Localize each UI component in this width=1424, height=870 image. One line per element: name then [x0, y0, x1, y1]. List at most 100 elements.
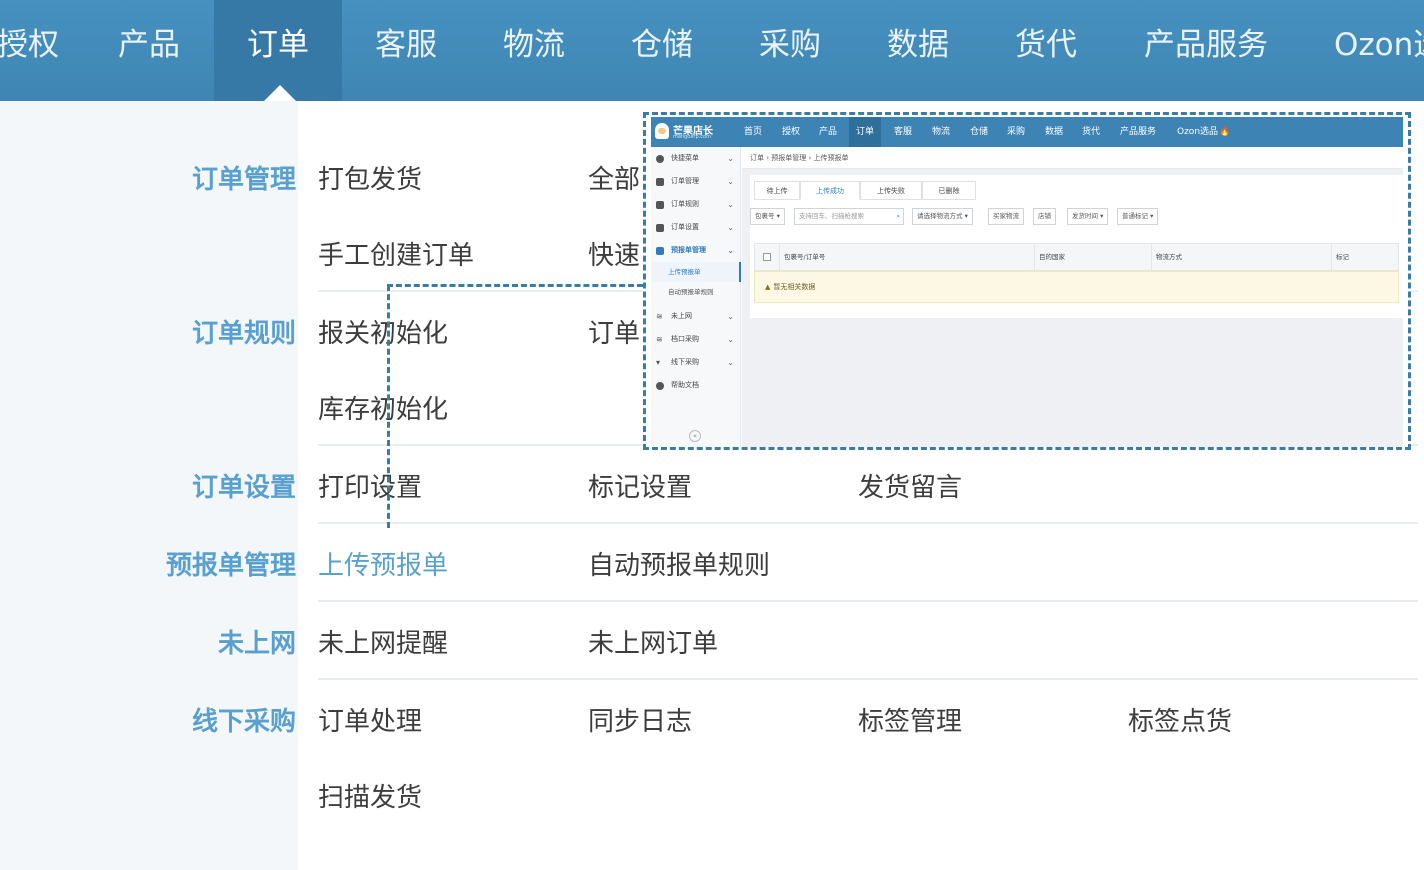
- inset-nav-purchase[interactable]: 采购: [1000, 117, 1032, 147]
- inset-side-not-online[interactable]: ≋ 未上网 ⌄: [651, 305, 741, 328]
- nav-item-forwarder[interactable]: 货代: [1003, 0, 1089, 101]
- tab-upload-success[interactable]: 上传成功: [800, 181, 860, 200]
- chevron-down-icon: ⌄: [727, 246, 734, 255]
- inset-side-upload-forecast[interactable]: 上传预报单: [651, 262, 741, 282]
- nav-item-service[interactable]: 客服: [363, 0, 449, 101]
- inset-main-content: 订单 › 预报单管理 › 上传预报单 待上传 上传成功 上传失败 已删除 包裹号…: [742, 147, 1403, 447]
- inset-side-label: 线下采购: [671, 358, 699, 366]
- list-icon: [656, 247, 664, 255]
- inset-side-order-settings[interactable]: 订单设置 ⌄: [651, 216, 741, 239]
- link-manual-create-order[interactable]: 手工创建订单: [318, 235, 474, 272]
- search-icon: ⌕: [896, 212, 900, 220]
- link-auto-forecast-rules[interactable]: 自动预报单规则: [588, 545, 770, 582]
- inset-side-order-mgmt[interactable]: 订单管理 ⌄: [651, 170, 741, 193]
- inset-side-order-rules[interactable]: 订单规则 ⌄: [651, 193, 741, 216]
- chevron-down-icon: ⌄: [727, 223, 734, 232]
- link-customs-init[interactable]: 报关初始化: [318, 313, 448, 350]
- inset-side-quick-menu[interactable]: 快捷菜单 ⌄: [651, 147, 741, 170]
- list-icon: [656, 178, 664, 186]
- ship-time-select[interactable]: 发货时间 ▾: [1067, 208, 1109, 225]
- nav-item-purchase[interactable]: 采购: [747, 0, 833, 101]
- inset-nav-product[interactable]: 产品: [812, 117, 844, 147]
- link-ship-message[interactable]: 发货留言: [858, 467, 962, 504]
- link-all-orders[interactable]: 全部: [588, 159, 640, 196]
- inset-nav-ozon[interactable]: Ozon选品🔥: [1170, 117, 1237, 147]
- empty-data-notice: ▲ 暂无相关数据: [754, 271, 1399, 303]
- inset-nav-warehouse[interactable]: 仓储: [963, 117, 995, 147]
- inset-side-help-docs[interactable]: 帮助文档: [651, 374, 741, 397]
- store-button[interactable]: 店铺: [1033, 208, 1056, 225]
- inset-side-forecast-mgmt[interactable]: 预报单管理 ⌄: [651, 239, 741, 262]
- link-stock-init[interactable]: 库存初始化: [318, 389, 448, 426]
- tab-pending-upload[interactable]: 待上传: [754, 181, 800, 200]
- warning-icon: ▲: [765, 283, 771, 291]
- package-no-select[interactable]: 包裹号 ▾: [750, 208, 785, 225]
- collapse-sidebar-button[interactable]: «: [689, 430, 701, 442]
- inset-nav-order[interactable]: 订单: [849, 117, 882, 147]
- tab-deleted[interactable]: 已删除: [922, 181, 976, 200]
- link-sync-log[interactable]: 同步日志: [588, 701, 692, 738]
- tab-upload-failed[interactable]: 上传失败: [860, 181, 922, 200]
- nav-item-auth[interactable]: 授权: [0, 0, 69, 101]
- empty-data-text: 暂无相关数据: [773, 283, 816, 291]
- inset-nav-logistics[interactable]: 物流: [925, 117, 957, 147]
- flame-icon: 🔥: [1219, 127, 1231, 137]
- search-input[interactable]: 支持回车、扫描枪搜索 ⌕: [794, 208, 904, 225]
- inset-side-auto-forecast-rules[interactable]: 自动预报单规则: [651, 282, 741, 302]
- nav-item-product-service[interactable]: 产品服务: [1132, 0, 1280, 101]
- category-offline-purchase: 线下采购: [191, 707, 296, 737]
- link-label-management[interactable]: 标签管理: [858, 701, 962, 738]
- link-mark-settings[interactable]: 标记设置: [588, 467, 692, 504]
- column-destination-country: 目的国家: [1034, 244, 1065, 270]
- category-order-management: 订单管理: [191, 165, 296, 195]
- table-header-row: 包裹号/订单号 目的国家 物流方式 标记: [754, 243, 1399, 271]
- link-label-count[interactable]: 标签点货: [1128, 701, 1232, 738]
- help-icon: [656, 382, 664, 390]
- nav-item-product[interactable]: 产品: [108, 0, 190, 101]
- nav-item-logistics[interactable]: 物流: [491, 0, 577, 101]
- inset-top-nav: 芒果店长 mangoerp.com 首页 授权 产品 订单 客服 物流 仓储 采…: [651, 117, 1403, 147]
- inset-side-label: 订单规则: [671, 200, 699, 208]
- category-not-online: 未上网: [217, 629, 296, 659]
- chevron-down-icon: ⌄: [727, 177, 734, 186]
- link-upload-forecast[interactable]: 上传预报单: [318, 545, 448, 582]
- link-not-online-reminder[interactable]: 未上网提醒: [318, 623, 448, 660]
- nav-item-data[interactable]: 数据: [875, 0, 961, 101]
- inset-side-offline-purchase[interactable]: ▾ 线下采购 ⌄: [651, 351, 741, 374]
- column-package-order-no: 包裹号/订单号: [779, 244, 825, 270]
- link-not-online-orders[interactable]: 未上网订单: [588, 623, 718, 660]
- nav-item-ozon[interactable]: Ozon选: [1320, 0, 1424, 101]
- menu-divider: [318, 522, 1418, 524]
- cart-icon: ▾: [656, 358, 661, 367]
- link-pack-ship[interactable]: 打包发货: [318, 159, 422, 196]
- category-forecast-management: 预报单管理: [165, 551, 296, 581]
- link-print-settings[interactable]: 打印设置: [318, 467, 422, 504]
- inset-side-port-purchase[interactable]: ≋ 档口采购 ⌄: [651, 328, 741, 351]
- wifi-icon: ≋: [656, 335, 663, 344]
- link-order-rule[interactable]: 订单: [588, 313, 640, 350]
- logistics-select[interactable]: 请选择物流方式 ▾: [912, 208, 973, 225]
- link-scan-ship[interactable]: 扫描发货: [318, 777, 422, 814]
- inset-nav-auth[interactable]: 授权: [775, 117, 807, 147]
- top-nav-bar: 授权 产品 订单 客服 物流 仓储 采购 数据 货代 产品服务 Ozon选: [0, 0, 1424, 101]
- mango-logo-icon: [655, 123, 669, 139]
- inset-nav-product-service[interactable]: 产品服务: [1113, 117, 1163, 147]
- buyer-logistics-button[interactable]: 买家物流: [988, 208, 1024, 225]
- list-icon: [656, 201, 664, 209]
- inset-nav-data[interactable]: 数据: [1038, 117, 1070, 147]
- inset-nav-home[interactable]: 首页: [737, 117, 769, 147]
- link-order-processing[interactable]: 订单处理: [318, 701, 422, 738]
- inset-nav-service[interactable]: 客服: [887, 117, 919, 147]
- inset-side-label: 预报单管理: [671, 246, 706, 254]
- chevron-down-icon: ⌄: [727, 335, 734, 344]
- chevron-down-icon: ⌄: [727, 358, 734, 367]
- column-logistics-method: 物流方式: [1151, 244, 1182, 270]
- select-all-checkbox[interactable]: [763, 253, 771, 261]
- inset-side-label: 未上网: [671, 312, 692, 320]
- link-quick[interactable]: 快速: [588, 235, 640, 272]
- nav-item-warehouse[interactable]: 仓储: [619, 0, 705, 101]
- normal-mark-select[interactable]: 普通标记 ▾: [1117, 208, 1159, 225]
- inset-nav-forwarder[interactable]: 货代: [1075, 117, 1107, 147]
- active-nav-caret: [264, 85, 296, 101]
- category-order-settings: 订单设置: [191, 473, 296, 503]
